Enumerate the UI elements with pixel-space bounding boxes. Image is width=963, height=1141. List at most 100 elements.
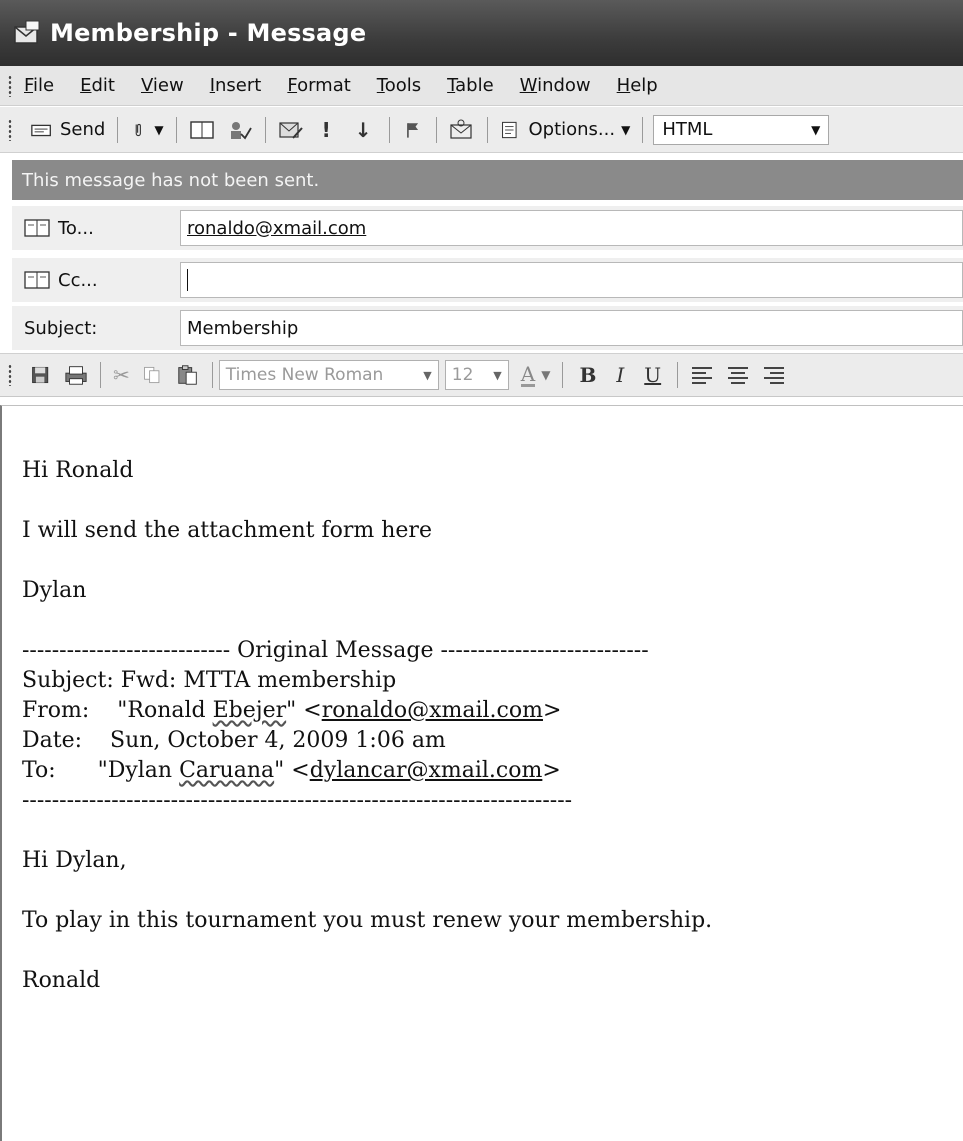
underline-button[interactable]: U (644, 363, 661, 387)
permission-button[interactable] (443, 114, 481, 146)
send-button[interactable]: Send (24, 114, 111, 146)
chevron-down-icon[interactable]: ▼ (541, 368, 550, 382)
chevron-down-icon[interactable]: ▼ (154, 123, 163, 137)
toolbar-separator (175, 116, 177, 143)
subject-row: Subject: Membership (12, 306, 963, 350)
subject-field[interactable]: Membership (180, 310, 963, 346)
to-button[interactable]: To... (12, 218, 180, 239)
cc-row: Cc... (12, 258, 963, 302)
font-size-value: 12 (451, 365, 474, 385)
toolbar-separator (562, 362, 564, 388)
check-names-button[interactable] (221, 114, 259, 146)
printer-icon (65, 366, 87, 385)
message-icon (14, 20, 40, 44)
body-line: I will send the attachment form here (22, 518, 432, 543)
follow-up-button[interactable] (396, 114, 430, 146)
to-email-link[interactable]: dylancar@xmail.com (310, 758, 543, 783)
toolbar-separator (117, 116, 119, 143)
toolbar-grip[interactable] (8, 118, 12, 141)
info-bar-text: This message has not been sent. (22, 169, 320, 191)
menu-window[interactable]: Window (520, 75, 591, 96)
menu-insert[interactable]: Insert (210, 75, 262, 96)
options-icon (502, 121, 518, 138)
save-icon (32, 366, 49, 384)
address-book-button[interactable] (183, 114, 221, 146)
message-format-value: HTML (662, 119, 713, 140)
envelope-pen-icon (278, 121, 303, 139)
envelope-lock-icon (450, 119, 473, 139)
to-label: To... (58, 217, 94, 239)
subject-label: Subject: (24, 317, 98, 339)
chevron-down-icon[interactable]: ▼ (621, 123, 630, 137)
toolbar-separator (487, 116, 489, 143)
menu-tools[interactable]: Tools (377, 75, 421, 96)
toolbar-separator (436, 116, 438, 143)
cc-field[interactable] (180, 262, 963, 298)
cc-button[interactable]: Cc... (12, 270, 180, 291)
to-field[interactable]: ronaldo@xmail.com (180, 210, 963, 246)
chevron-down-icon[interactable]: ▼ (811, 123, 820, 137)
high-importance-button[interactable]: ! (310, 114, 343, 146)
paste-button[interactable] (170, 359, 206, 391)
message-body[interactable]: Hi Ronald I will send the attachment for… (0, 405, 963, 1141)
toolbar-separator (264, 116, 266, 143)
toolbar-separator (100, 362, 101, 388)
send-label: Send (60, 119, 106, 140)
menu-format[interactable]: Format (287, 75, 350, 96)
address-book-icon (189, 120, 214, 139)
copy-button[interactable] (136, 359, 170, 391)
original-divider: ----------------------------------------… (22, 788, 573, 813)
formatting-toolbar: ✂ Times New Roman ▼ 12 ▼ A ▼ B I U (0, 353, 963, 397)
print-button[interactable] (58, 359, 94, 391)
from-surname: Ebejer (212, 698, 287, 723)
align-left-icon[interactable] (690, 365, 714, 385)
font-size-select[interactable]: 12 ▼ (444, 360, 509, 390)
align-right-icon[interactable] (762, 365, 786, 385)
original-subject: Subject: Fwd: MTTA membership (22, 668, 397, 693)
bold-button[interactable]: B (579, 363, 596, 387)
italic-button[interactable]: I (616, 363, 624, 387)
chevron-down-icon[interactable]: ▼ (423, 369, 431, 382)
paperclip-icon (136, 123, 142, 136)
options-button[interactable]: Options... ▼ (494, 114, 636, 146)
flag-icon (407, 122, 419, 138)
down-arrow-icon: ↓ (354, 117, 372, 142)
toolbar-grip[interactable] (8, 74, 12, 97)
toolbar-grip[interactable] (8, 364, 12, 386)
message-format-select[interactable]: HTML ▼ (653, 114, 830, 145)
cut-button[interactable]: ✂ (107, 359, 136, 391)
toolbar-separator (389, 116, 391, 143)
reply-signoff: Ronald (22, 968, 101, 993)
paste-icon (178, 365, 197, 385)
info-bar: This message has not been sent. (12, 160, 963, 200)
menu-edit[interactable]: Edit (80, 75, 115, 96)
font-color-button[interactable]: A ▼ (515, 359, 557, 391)
original-date: Date: Sun, October 4, 2009 1:06 am (22, 728, 446, 753)
from-email-link[interactable]: ronaldo@xmail.com (322, 698, 543, 723)
menu-bar: File Edit View Insert Format Tools Table… (0, 66, 963, 106)
low-importance-button[interactable]: ↓ (343, 114, 384, 146)
attach-button[interactable]: ▼ (124, 114, 169, 146)
text-caret (187, 269, 188, 291)
reply-line: To play in this tournament you must rene… (22, 908, 713, 933)
original-message-header: ---------------------------- Original Me… (22, 638, 649, 663)
toolbar-separator (211, 362, 213, 388)
address-book-icon (24, 271, 50, 289)
menu-file[interactable]: File (24, 75, 54, 96)
cc-label: Cc... (58, 269, 98, 291)
toolbar-separator (642, 116, 644, 143)
chevron-down-icon[interactable]: ▼ (493, 369, 501, 382)
signature-button[interactable] (272, 114, 310, 146)
save-button[interactable] (24, 359, 58, 391)
window-title: Membership - Message (50, 19, 367, 47)
menu-view[interactable]: View (141, 75, 184, 96)
address-book-icon (24, 219, 50, 237)
check-names-icon (230, 121, 252, 139)
font-family-select[interactable]: Times New Roman ▼ (218, 360, 439, 390)
menu-table[interactable]: Table (447, 75, 494, 96)
align-center-icon[interactable] (726, 365, 750, 385)
to-row: To... ronaldo@xmail.com (12, 206, 963, 250)
font-color-icon: A (520, 361, 536, 387)
menu-help[interactable]: Help (617, 75, 658, 96)
send-icon (31, 124, 51, 136)
